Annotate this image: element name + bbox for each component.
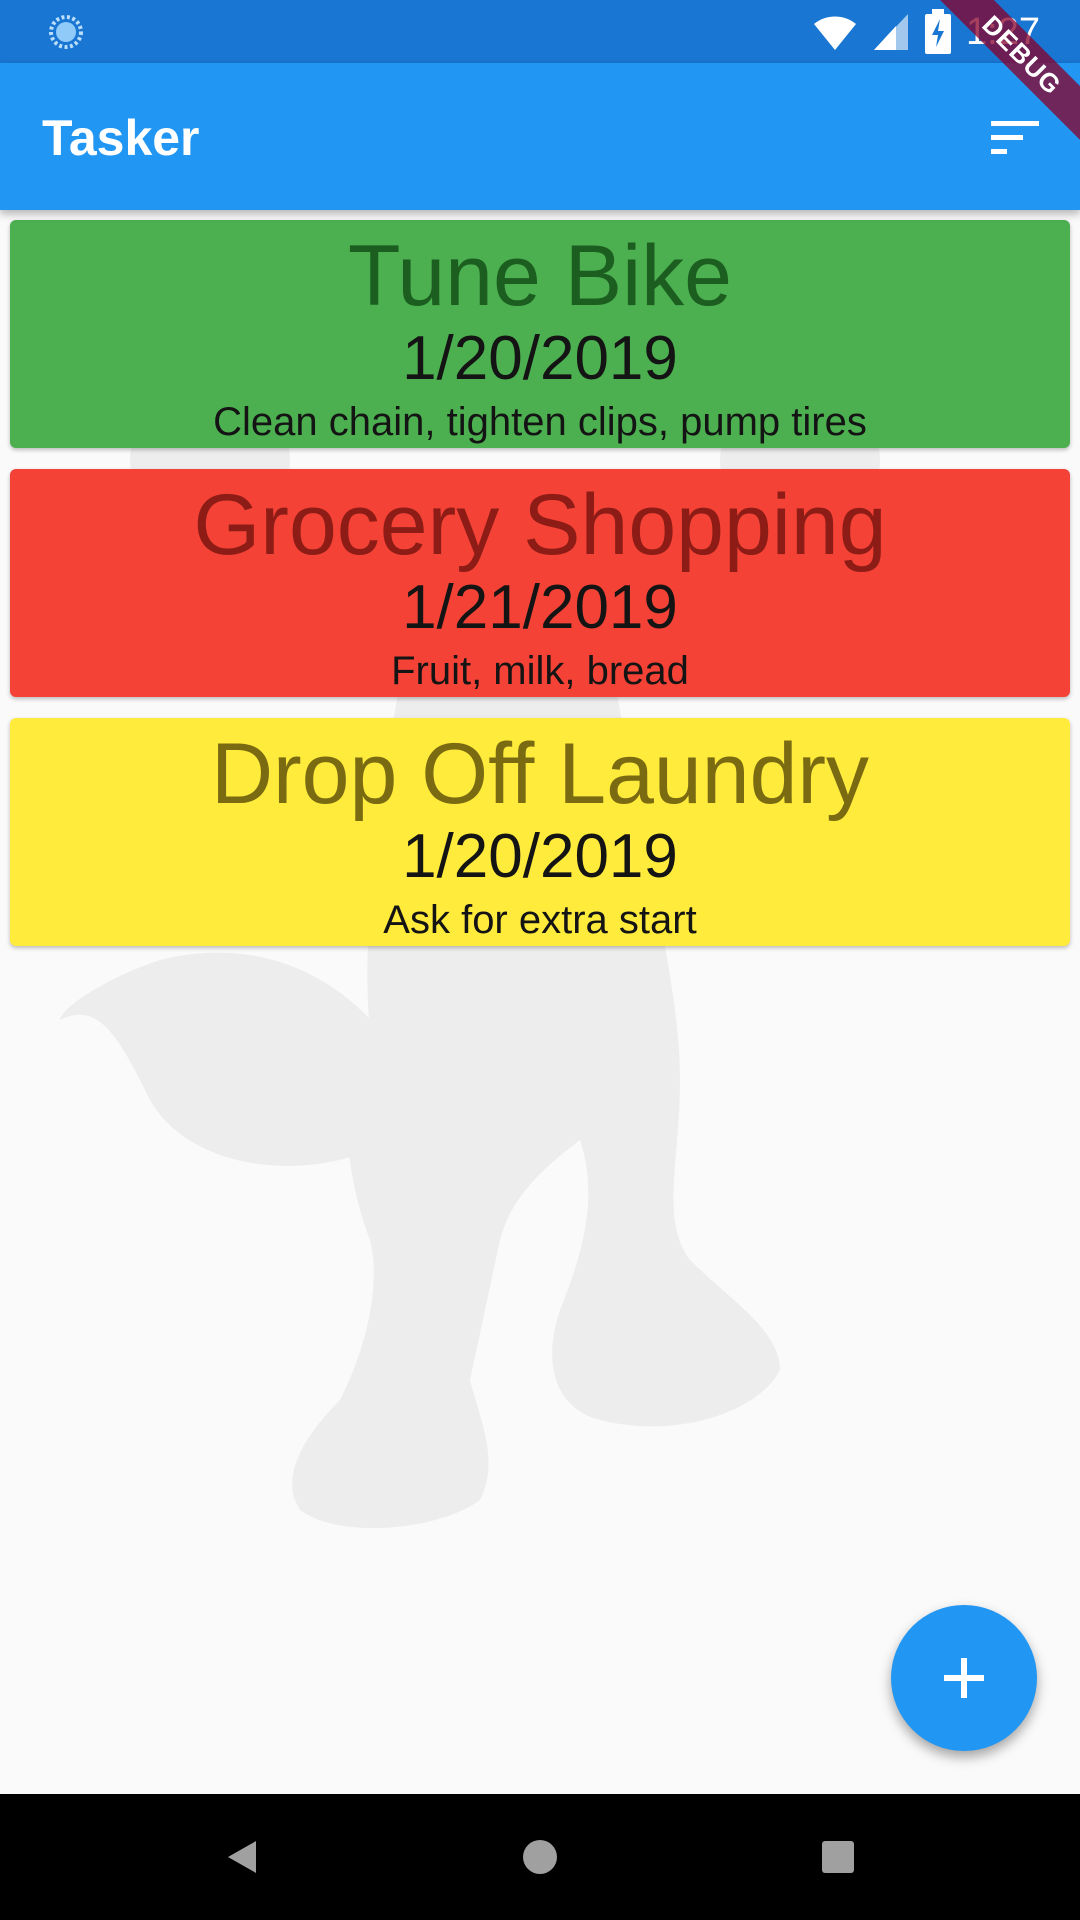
task-card[interactable]: Tune Bike 1/20/2019 Clean chain, tighten… [10,220,1070,448]
status-icons: 1:27 [812,8,1040,56]
back-button[interactable] [212,1827,272,1887]
navigation-bar [0,1794,1080,1920]
task-description: Fruit, milk, bread [391,649,689,693]
task-title: Tune Bike [347,228,733,324]
status-bar: 1:27 [0,0,1080,63]
status-time: 1:27 [966,10,1040,53]
wifi-icon [814,16,857,50]
task-list: Tune Bike 1/20/2019 Clean chain, tighten… [10,220,1070,967]
task-date: 1/21/2019 [402,573,678,642]
back-triangle-icon [228,1841,256,1873]
sort-icon [991,121,1039,154]
task-card[interactable]: Grocery Shopping 1/21/2019 Fruit, milk, … [10,469,1070,697]
task-date: 1/20/2019 [402,822,678,891]
cell-signal-icon [874,14,909,50]
task-title: Grocery Shopping [193,477,887,573]
app-title: Tasker [42,110,200,166]
home-circle-icon [523,1840,557,1874]
task-date: 1/20/2019 [402,324,678,393]
battery-charging-icon [925,9,952,54]
task-card[interactable]: Drop Off Laundry 1/20/2019 Ask for extra… [10,718,1070,946]
recents-square-icon [822,1841,854,1873]
home-button[interactable] [510,1827,570,1887]
screen: 1:27 DEBUG Tasker Tune Bike 1/20/2019 Cl… [0,0,1080,1920]
app-bar: Tasker [0,63,1080,210]
task-title: Drop Off Laundry [210,726,870,822]
loading-circle-icon [49,15,83,49]
add-task-button[interactable] [891,1605,1037,1751]
task-description: Clean chain, tighten clips, pump tires [213,400,867,444]
plus-icon [944,1658,984,1698]
sort-button[interactable] [980,103,1050,173]
task-description: Ask for extra start [383,898,697,942]
recents-button[interactable] [808,1827,868,1887]
